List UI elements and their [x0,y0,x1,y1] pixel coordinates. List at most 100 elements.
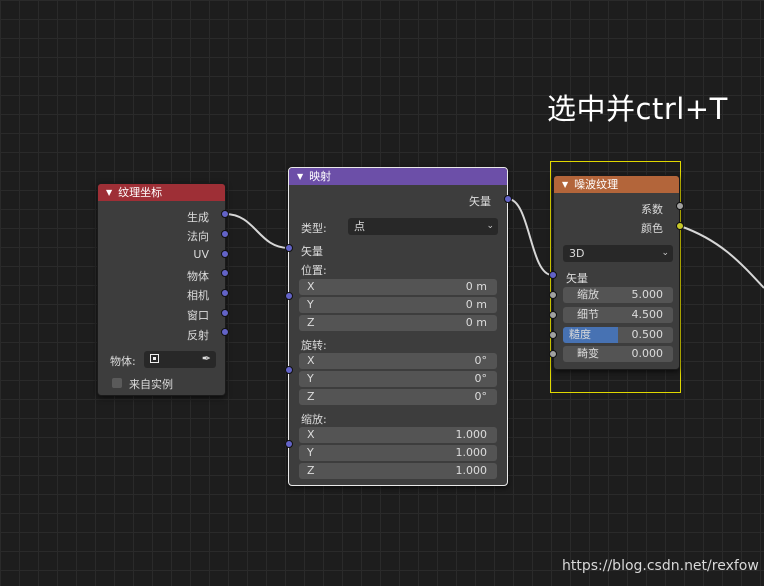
output-color-label: 颜色 [641,222,663,235]
output-uv-label: UV [193,248,209,261]
collapse-triangle-icon[interactable]: ▼ [106,184,112,201]
dimensions-dropdown[interactable]: 3D ⌄ [563,245,673,262]
roughness-slider[interactable]: 糙度 0.500 [563,327,673,343]
chevron-down-icon: ⌄ [486,221,494,231]
axis-label: Y [307,446,314,459]
socket-uv[interactable] [221,250,229,258]
socket-noise-distortion-in[interactable] [549,350,557,358]
socket-noise-detail-in[interactable] [549,311,557,319]
socket-generated[interactable] [221,210,229,218]
texture-coordinate-node[interactable]: ▼ 纹理坐标 生成 法向 UV 物体 相机 窗口 反射 物体: ✒ 来自实例 [97,183,226,396]
location-x-field[interactable]: X 0 m [299,279,497,295]
socket-mapping-rotation-in[interactable] [285,366,293,374]
socket-mapping-vector-out[interactable] [504,195,512,203]
output-vector-label: 矢量 [469,195,491,208]
field-value: 1.000 [455,464,488,477]
type-dropdown[interactable]: 点 ⌄ [348,218,498,235]
axis-label: Z [307,316,315,329]
socket-noise-color-out[interactable] [676,222,684,230]
field-value: 0.500 [631,328,664,341]
scale-label: 缩放: [301,413,327,426]
object-cube-icon [150,354,159,363]
output-generated-label: 生成 [187,211,209,224]
input-vector-label: 矢量 [566,272,588,285]
field-value: 0 m [465,316,487,329]
object-field-label: 物体: [110,355,136,368]
object-picker-field[interactable]: ✒ [144,351,216,368]
socket-mapping-scale-in[interactable] [285,440,293,448]
link-generated-to-vector [224,213,290,249]
axis-label: X [307,428,315,441]
collapse-triangle-icon[interactable]: ▼ [297,168,303,185]
location-z-field[interactable]: Z 0 m [299,315,497,331]
distortion-field[interactable]: 畸变 0.000 [563,346,673,362]
field-label: 细节 [577,308,599,321]
noise-texture-header[interactable]: ▼ 噪波纹理 [554,176,679,193]
axis-label: Z [307,464,315,477]
type-label: 类型: [301,222,327,235]
chevron-down-icon: ⌄ [661,248,669,258]
socket-object[interactable] [221,269,229,277]
field-label: 糙度 [569,328,591,341]
output-object-label: 物体 [187,270,209,283]
output-reflection-label: 反射 [187,329,209,342]
socket-noise-fac-out[interactable] [676,202,684,210]
output-window-label: 窗口 [187,309,209,322]
output-normal-label: 法向 [187,230,209,243]
field-label: 畸变 [577,347,599,360]
axis-label: Y [307,372,314,385]
annotation-title: 选中并ctrl+T [547,92,728,126]
location-label: 位置: [301,264,327,277]
output-camera-label: 相机 [187,289,209,302]
socket-reflection[interactable] [221,328,229,336]
socket-camera[interactable] [221,289,229,297]
detail-field[interactable]: 细节 4.500 [563,307,673,323]
scale-x-field[interactable]: X 1.000 [299,427,497,443]
from-instancer-label: 来自实例 [129,378,173,391]
field-value: 0 m [465,298,487,311]
socket-normal[interactable] [221,230,229,238]
field-label: 缩放 [577,288,599,301]
watermark-url: https://blog.csdn.net/rexfow [562,558,759,574]
scale-y-field[interactable]: Y 1.000 [299,445,497,461]
field-value: 4.500 [631,308,664,321]
rotation-label: 旋转: [301,339,327,352]
field-value: 1.000 [455,428,488,441]
socket-noise-roughness-in[interactable] [549,331,557,339]
mapping-header[interactable]: ▼ 映射 [289,168,507,185]
axis-label: X [307,354,315,367]
field-value: 0 m [465,280,487,293]
texture-coordinate-header[interactable]: ▼ 纹理坐标 [98,184,225,201]
axis-label: Z [307,390,315,403]
socket-noise-vector-in[interactable] [549,271,557,279]
location-y-field[interactable]: Y 0 m [299,297,497,313]
output-fac-label: 系数 [641,203,663,216]
rotation-z-field[interactable]: Z 0° [299,389,497,405]
node-title: 噪波纹理 [574,178,619,191]
field-value: 0° [474,390,488,403]
collapse-triangle-icon[interactable]: ▼ [562,176,568,193]
field-value: 1.000 [455,446,488,459]
field-value: 0° [474,354,488,367]
axis-label: Y [307,298,314,311]
axis-label: X [307,280,315,293]
socket-window[interactable] [221,309,229,317]
socket-noise-scale-in[interactable] [549,291,557,299]
scale-z-field[interactable]: Z 1.000 [299,463,497,479]
link-noise-color-out [679,225,764,289]
rotation-y-field[interactable]: Y 0° [299,371,497,387]
socket-mapping-vector-in[interactable] [285,244,293,252]
noise-texture-node[interactable]: ▼ 噪波纹理 系数 颜色 3D ⌄ 矢量 缩放 5.000 细节 4.500 糙度 0.… [553,175,680,370]
socket-mapping-location-in[interactable] [285,292,293,300]
rotation-x-field[interactable]: X 0° [299,353,497,369]
field-value: 0° [474,372,488,385]
from-instancer-checkbox[interactable] [112,378,122,388]
type-value: 点 [354,220,365,233]
mapping-node[interactable]: ▼ 映射 矢量 类型: 点 ⌄ 矢量 位置: X 0 m Y 0 m Z 0 m 旋转:… [288,167,508,486]
input-vector-label: 矢量 [301,245,323,258]
scale-field[interactable]: 缩放 5.000 [563,287,673,303]
field-value: 5.000 [631,288,664,301]
field-value: 0.000 [631,347,664,360]
eyedropper-icon[interactable]: ✒ [202,352,211,365]
node-title: 映射 [309,170,332,183]
